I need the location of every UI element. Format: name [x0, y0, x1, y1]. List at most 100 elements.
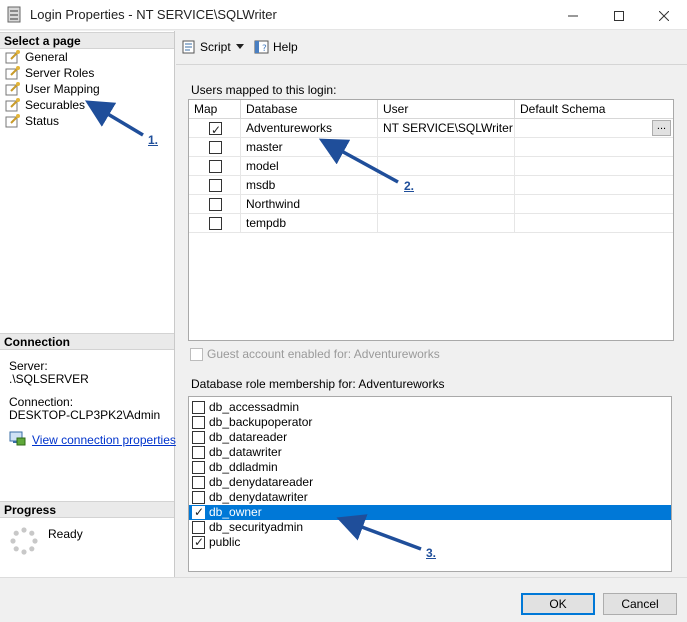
role-item-db-datawriter[interactable]: db_datawriter — [189, 445, 671, 460]
connection-header: Connection — [0, 333, 174, 350]
script-label: Script — [200, 40, 231, 54]
page-item-user-mapping[interactable]: User Mapping — [5, 81, 100, 97]
role-item-db-backupoperator[interactable]: db_backupoperator — [189, 415, 671, 430]
user-cell[interactable]: NT SERVICE\SQLWriter — [378, 119, 515, 138]
maximize-button[interactable] — [596, 0, 642, 30]
role-item-db-owner[interactable]: db_owner — [189, 505, 671, 520]
script-button[interactable]: Script — [182, 38, 231, 58]
page-item-label: General — [25, 50, 68, 64]
role-label: db_datawriter — [209, 445, 282, 459]
connection-properties-icon — [9, 431, 26, 446]
title-bar[interactable]: Login Properties - NT SERVICE\SQLWriter — [0, 0, 687, 30]
database-cell: model — [241, 157, 378, 176]
server-app-icon — [7, 6, 21, 23]
table-row[interactable]: model — [189, 157, 673, 176]
ok-button[interactable]: OK — [521, 593, 595, 615]
role-label: db_accessadmin — [209, 400, 300, 414]
database-cell: Adventureworks — [241, 119, 378, 138]
view-connection-properties-link[interactable]: View connection properties — [32, 433, 176, 447]
role-label: db_ddladmin — [209, 460, 278, 474]
table-row[interactable]: Adventureworks NT SERVICE\SQLWriter ... — [189, 119, 673, 138]
column-header-user[interactable]: User — [378, 100, 515, 119]
map-checkbox[interactable] — [209, 179, 222, 192]
users-mapped-grid[interactable]: Map Database User Default Schema Adventu… — [188, 99, 674, 341]
svg-text:?: ? — [262, 44, 267, 54]
user-cell[interactable] — [378, 214, 515, 233]
toolbar-divider — [176, 64, 687, 65]
role-item-db-datareader[interactable]: db_datareader — [189, 430, 671, 445]
table-row[interactable]: msdb — [189, 176, 673, 195]
column-header-database[interactable]: Database — [241, 100, 378, 119]
column-header-default-schema[interactable]: Default Schema — [515, 100, 673, 119]
progress-spinner-icon — [10, 527, 38, 555]
role-label: db_denydatareader — [209, 475, 314, 489]
role-checkbox[interactable] — [192, 416, 205, 429]
role-item-db-denydatareader[interactable]: db_denydatareader — [189, 475, 671, 490]
page-item-label: Server Roles — [25, 66, 95, 80]
page-wrench-icon — [5, 82, 20, 96]
schema-cell[interactable]: ... — [515, 119, 673, 138]
role-label: db_owner — [209, 505, 262, 519]
role-item-db-securityadmin[interactable]: db_securityadmin — [189, 520, 671, 535]
browse-schema-button[interactable]: ... — [652, 120, 671, 136]
role-label: db_backupoperator — [209, 415, 313, 429]
user-cell[interactable] — [378, 138, 515, 157]
table-row[interactable]: tempdb — [189, 214, 673, 233]
minimize-button[interactable] — [550, 0, 596, 30]
annotation-label-3: 3. — [426, 546, 437, 560]
role-checkbox[interactable] — [192, 505, 205, 520]
page-item-label: User Mapping — [25, 82, 100, 96]
schema-cell[interactable] — [515, 176, 673, 195]
table-row[interactable]: Northwind — [189, 195, 673, 214]
schema-cell[interactable] — [515, 195, 673, 214]
page-item-securables[interactable]: Securables — [5, 97, 85, 113]
role-checkbox[interactable] — [192, 476, 205, 489]
progress-header: Progress — [0, 501, 174, 518]
left-panel: Select a page General Server Roles User … — [0, 31, 175, 577]
role-item-db-accessadmin[interactable]: db_accessadmin — [189, 400, 671, 415]
map-checkbox[interactable] — [209, 121, 222, 138]
page-wrench-icon — [5, 66, 20, 80]
script-dropdown-arrow-icon[interactable] — [236, 44, 244, 49]
maximize-icon — [614, 10, 624, 21]
role-checkbox[interactable] — [192, 446, 205, 459]
guest-account-label: Guest account enabled for: Adventurework… — [207, 347, 440, 361]
page-wrench-icon — [5, 114, 20, 128]
cancel-button[interactable]: Cancel — [603, 593, 677, 615]
column-header-map[interactable]: Map — [189, 100, 241, 119]
user-cell[interactable] — [378, 157, 515, 176]
user-cell[interactable] — [378, 176, 515, 195]
schema-cell[interactable] — [515, 157, 673, 176]
role-label: public — [209, 535, 241, 549]
page-item-label: Securables — [25, 98, 86, 112]
page-item-status[interactable]: Status — [5, 113, 59, 129]
role-checkbox[interactable] — [192, 401, 205, 414]
role-checkbox[interactable] — [192, 535, 205, 550]
schema-cell[interactable] — [515, 138, 673, 157]
database-cell: tempdb — [241, 214, 378, 233]
role-label: db_datareader — [209, 430, 288, 444]
table-row[interactable]: master — [189, 138, 673, 157]
role-item-db-denydatawriter[interactable]: db_denydatawriter — [189, 490, 671, 505]
server-value: .\SQLSERVER — [9, 372, 89, 386]
role-checkbox[interactable] — [192, 461, 205, 474]
role-checkbox[interactable] — [192, 431, 205, 444]
map-checkbox[interactable] — [209, 217, 222, 230]
map-checkbox[interactable] — [209, 198, 222, 211]
map-checkbox[interactable] — [209, 160, 222, 173]
role-checkbox[interactable] — [192, 491, 205, 504]
close-button[interactable] — [641, 0, 687, 30]
map-checkbox[interactable] — [209, 141, 222, 154]
page-item-general[interactable]: General — [5, 49, 68, 65]
help-label: Help — [273, 40, 298, 54]
guest-account-checkbox[interactable] — [190, 348, 203, 361]
user-cell[interactable] — [378, 195, 515, 214]
role-item-db-ddladmin[interactable]: db_ddladmin — [189, 460, 671, 475]
schema-cell[interactable] — [515, 214, 673, 233]
role-checkbox[interactable] — [192, 521, 205, 534]
help-button[interactable]: ? Help — [254, 38, 298, 58]
script-icon — [182, 40, 195, 54]
connection-value: DESKTOP-CLP3PK2\Admin — [9, 408, 161, 422]
window-title: Login Properties - NT SERVICE\SQLWriter — [30, 7, 277, 22]
page-item-server-roles[interactable]: Server Roles — [5, 65, 94, 81]
